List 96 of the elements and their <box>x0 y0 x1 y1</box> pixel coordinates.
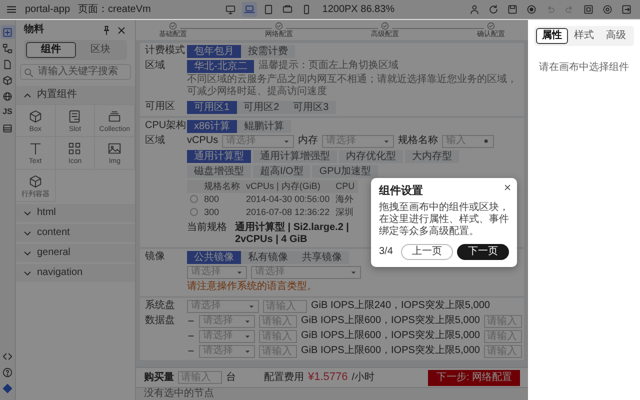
group-header[interactable]: navigation <box>16 264 135 282</box>
column-header: CPU <box>332 180 358 193</box>
tab[interactable]: 超高I/O型 <box>253 165 310 178</box>
field-label: 购买量 <box>144 372 174 384</box>
popover-text: 拖拽至画布中的组件或区块，在这里进行属性、样式、事件绑定等众多高级配置。 <box>379 202 509 238</box>
close-icon[interactable] <box>503 183 512 192</box>
table-cell-text: 2016-07-08 12:36:22 <box>245 206 331 218</box>
tab[interactable]: 组件 <box>26 42 76 58</box>
tab[interactable]: GPU加速型 <box>312 165 378 178</box>
tab[interactable]: 样式 <box>568 28 600 44</box>
field-label: 可用区 <box>145 101 176 113</box>
field-label: vCPUs <box>187 135 218 147</box>
tab[interactable]: 内存优化型 <box>339 150 403 163</box>
fee-label: 配置费用 <box>264 372 304 384</box>
option-button[interactable]: 私有镜像 <box>241 250 295 264</box>
field-label: 规格名称 <box>398 135 438 147</box>
tab[interactable]: 通用计算增强型 <box>253 150 337 163</box>
menu-icon[interactable] <box>6 4 17 15</box>
field-label: 当前规格 <box>187 222 227 236</box>
zoom-level: 1200PX 86.83% <box>322 4 395 16</box>
unit-label: /小时 <box>352 372 375 384</box>
warning-text: 请注意操作系统的语言类型。 <box>187 281 317 294</box>
next-button[interactable]: 下一页 <box>457 244 509 260</box>
disk-info: GiB IOPS上限600，IOPS突发上限5,000 <box>301 330 480 342</box>
option-button[interactable]: 可用区1 <box>187 100 237 114</box>
unit-label: 台 <box>226 372 236 384</box>
cube-icon <box>28 109 43 124</box>
table-cell: 海外 <box>332 192 358 206</box>
text-icon <box>28 141 43 156</box>
panel-icon <box>67 109 82 124</box>
option-button[interactable]: 华北-北京二 <box>187 60 254 72</box>
check-circle-icon <box>381 22 389 30</box>
option-button[interactable]: x86计算 <box>187 120 238 132</box>
step-counter: 3/4 <box>379 246 394 258</box>
cube-icon <box>28 174 43 189</box>
table-cell: 2014-04-30 00:56:00 <box>243 192 333 206</box>
check-circle-icon <box>487 22 495 30</box>
table-cell-text: 300 <box>203 206 220 218</box>
spec-summary: 通用计算型 | Si2.large.2 | 2vCPUs | 4 GiB <box>235 222 350 246</box>
disk-info: GiB IOPS上限600，IOPS突发上限5,000 <box>301 345 480 358</box>
caret-icon <box>350 268 357 276</box>
caret-icon <box>236 268 243 276</box>
field-label: 镜像 <box>145 251 166 264</box>
caret-icon <box>383 138 390 144</box>
tab[interactable]: 区块 <box>76 42 125 58</box>
option-button[interactable]: 可用区2 <box>236 100 286 114</box>
close-icon[interactable] <box>116 24 127 36</box>
field-label: 计费模式 <box>145 45 183 57</box>
disk-info: GiB IOPS上限240，IOPS突发上限5,000 <box>311 300 490 312</box>
page-name: 页面：createVm <box>78 4 151 16</box>
radio-button[interactable] <box>190 208 198 216</box>
option-button[interactable]: 可用区3 <box>286 100 336 114</box>
tab[interactable]: 大内存型 <box>405 150 459 163</box>
check-circle-icon <box>275 22 283 30</box>
tab[interactable]: 高级 <box>600 28 632 44</box>
pin-icon[interactable] <box>101 24 112 36</box>
panel-title: 物料 <box>24 24 45 36</box>
field-label: 内存 <box>298 135 318 147</box>
option-button[interactable]: 包年包月 <box>187 44 241 58</box>
grid-icon <box>67 141 82 156</box>
field-label: 系统盘 <box>145 300 176 312</box>
column-header: 规格名称 <box>201 180 243 193</box>
option-button[interactable]: 公共镜像 <box>187 250 241 264</box>
table-cell-text: 深圳 <box>334 206 355 218</box>
group-header[interactable]: general <box>16 244 135 262</box>
option-button[interactable]: 共享镜像 <box>295 250 349 264</box>
app-name: portal-app <box>25 4 70 16</box>
field-label: 区域 <box>145 135 166 147</box>
empty-hint: 请在画布中选择组件 <box>538 62 630 74</box>
disk-info: GiB IOPS上限600，IOPS突发上限5,000 <box>301 315 480 328</box>
stack-icon <box>107 109 122 124</box>
sidebar-button[interactable]: JS <box>0 105 14 119</box>
tab[interactable]: 磁盘增强型 <box>187 165 251 178</box>
group-header[interactable]: 内置组件 <box>16 86 135 104</box>
tab[interactable]: 属性 <box>536 28 568 44</box>
field-label: CPU架构 <box>145 120 183 132</box>
note-text: 不同区域的云服务产品之间内网互不相通；请就近选择靠近您业务的区域，可减少网络时延、提高访问速度 <box>187 74 518 98</box>
field-label: 数据盘 <box>145 315 176 328</box>
table-cell: 800 <box>201 192 243 206</box>
field-label: 区域 <box>145 60 166 72</box>
option-button[interactable]: 按需计费 <box>241 44 295 58</box>
group-header[interactable]: html <box>16 204 135 222</box>
status-text: 没有选中的节点 <box>144 388 214 400</box>
caret-icon <box>283 138 290 144</box>
popover-title: 组件设置 <box>379 185 424 198</box>
prev-button[interactable]: 上一页 <box>401 244 453 260</box>
column-header: vCPUs | 内存(GiB) <box>243 180 333 193</box>
tab[interactable]: 通用计算型 <box>187 150 251 163</box>
option-button[interactable]: 鲲鹏计算 <box>237 120 292 132</box>
radio-button[interactable] <box>190 195 198 204</box>
image-icon <box>107 141 122 156</box>
group-header[interactable]: content <box>16 224 135 242</box>
next-step-button[interactable]: 下一步: 网络配置 <box>428 370 520 386</box>
hint-text: 温馨提示：页面左上角切换区域 <box>258 60 398 72</box>
fee-amount: ¥1.5776 <box>308 370 348 384</box>
check-circle-icon <box>169 22 177 30</box>
